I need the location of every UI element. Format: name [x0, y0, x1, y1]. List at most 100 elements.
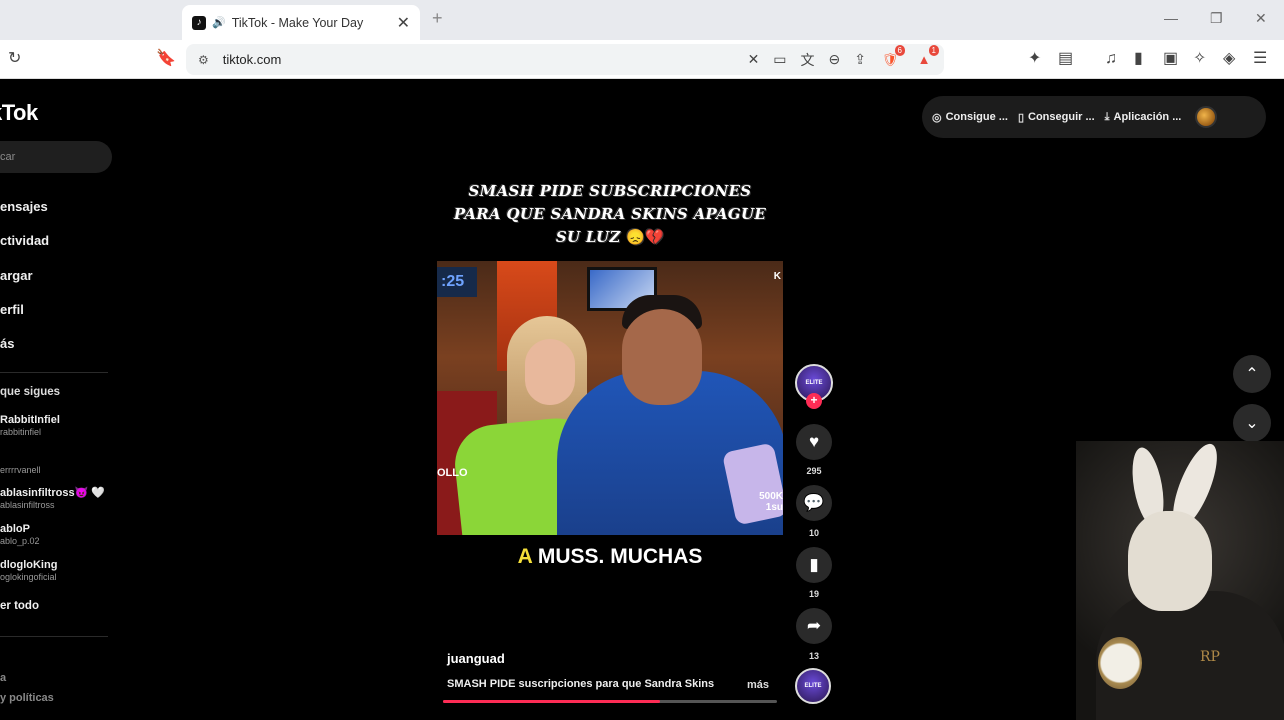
cast-icon[interactable]: ▭ [773, 51, 786, 68]
like-button[interactable]: ♥ [796, 424, 832, 460]
browser-toolbar: ↻ 🔖 ⚙ tiktok.com ✕ ▭ 文 ⊖ ⇪ 🛡 6 ▲ 1 ✦ ▤ ♫ ▮… [0, 40, 1284, 79]
video-frame: :25 OLLO K 500K 1su [437, 261, 783, 535]
save-button[interactable]: ▮ [796, 547, 832, 583]
search-input[interactable]: car [0, 141, 112, 173]
see-all-link[interactable]: er todo [0, 600, 39, 612]
wallet-icon[interactable]: ▣ [1163, 48, 1178, 70]
nav-more[interactable]: ás [0, 336, 14, 351]
browser-tab[interactable]: ♪ 🔊 TikTok - Make Your Day ✕ [182, 5, 420, 40]
video-description: SMASH PIDE suscripciones para que Sandra… [447, 678, 715, 690]
music-icon[interactable]: ♫ [1105, 48, 1117, 70]
video-subtitle: A MUSS. MUCHAS [517, 545, 703, 568]
video-progress-bar[interactable] [443, 700, 777, 703]
account-name: ablasinfiltross😈 🤍 [0, 487, 106, 499]
comment-count: 10 [808, 528, 819, 538]
site-settings-icon[interactable]: ⚙ [198, 53, 209, 67]
nav-activity[interactable]: ctividad [0, 233, 49, 248]
desktop-app-button[interactable]: ⤓ Aplicación ... [1105, 111, 1182, 124]
account-name: abloP [0, 523, 30, 535]
url-text[interactable]: tiktok.com [223, 52, 282, 67]
video-caption-overlay: SMASH PIDE SUBSCRIPCIONES PARA QUE SANDR… [453, 182, 767, 246]
more-link[interactable]: más [747, 679, 769, 691]
following-header: que sigues [0, 386, 61, 398]
monogram: RP [1200, 649, 1220, 665]
pocket-watch [1098, 637, 1142, 689]
progress-fill [443, 700, 661, 703]
nav-upload[interactable]: argar [0, 268, 33, 283]
video-player[interactable]: SMASH PIDE SUBSCRIPCIONES PARA QUE SANDR… [437, 170, 783, 710]
account-handle: ablo_p.02 [0, 536, 40, 546]
previous-video-button[interactable]: ⌃ [1233, 355, 1271, 393]
reader-icon[interactable]: ▤ [1058, 48, 1073, 70]
brave-shield-icon[interactable]: 🛡 6 [880, 44, 905, 70]
share-count: 13 [808, 651, 819, 661]
video-author[interactable]: juanguad [447, 651, 505, 666]
scene-overlay-text: 500K 1su [759, 491, 783, 513]
menu-icon[interactable]: ☰ [1253, 48, 1267, 70]
sidebar-divider [0, 372, 108, 373]
share-button[interactable]: ➦ [796, 608, 832, 644]
leo-ai-icon[interactable]: ✧ [1193, 48, 1206, 70]
tiktok-sidebar: kTok car ensajes ctividad argar erfil ás… [0, 80, 126, 720]
account-handle: ablasinfiltross [0, 500, 55, 510]
comment-icon: 💬 [803, 493, 825, 512]
no-media-icon[interactable]: ✕ [748, 51, 760, 68]
account-name: dlogloKing [0, 559, 58, 571]
bookmark-icon[interactable]: 🔖 [156, 48, 176, 70]
follow-plus-button[interactable]: + [806, 393, 822, 409]
get-coins-button[interactable]: ◎ Consigue ... [932, 111, 1008, 124]
chevron-up-icon: ⌃ [1245, 366, 1259, 383]
new-tab-button[interactable]: + [432, 8, 443, 29]
account-handle[interactable]: errrrvanell [0, 465, 41, 475]
sidebar-divider [0, 636, 108, 637]
tab-close-icon[interactable]: ✕ [397, 13, 410, 33]
minimize-icon[interactable]: — [1164, 10, 1178, 26]
translate-icon[interactable]: 文 [801, 50, 815, 70]
nav-profile[interactable]: erfil [0, 302, 24, 317]
account-handle: oglokingoficial [0, 572, 57, 582]
followed-account[interactable]: ablasinfiltross😈 🤍 ablasinfiltross [0, 486, 105, 510]
like-count: 295 [806, 466, 822, 476]
nav-messages[interactable]: ensajes [0, 199, 48, 214]
extensions-icon[interactable]: ✦ [1028, 48, 1041, 70]
scene-overlay-text: OLLO [437, 467, 468, 479]
coin-icon: ◎ [932, 111, 942, 124]
address-bar[interactable]: ⚙ tiktok.com ✕ ▭ 文 ⊖ ⇪ 🛡 6 ▲ 1 [186, 44, 944, 75]
account-name: RabbitInfiel [0, 414, 60, 426]
speaker-icon[interactable]: 🔊 [212, 16, 226, 29]
user-avatar[interactable] [1195, 106, 1218, 128]
comment-button[interactable]: 💬 [796, 485, 832, 521]
scene-overlay-text: K [773, 271, 781, 282]
account-handle: rabbitinfiel [0, 427, 42, 437]
vpn-icon[interactable]: ◈ [1223, 48, 1235, 70]
phone-icon: ▯ [1017, 111, 1025, 124]
close-window-icon[interactable]: ✕ [1255, 10, 1267, 27]
sidebar-icon[interactable]: ▮ [1134, 48, 1143, 70]
save-count: 19 [808, 589, 819, 599]
followed-account[interactable]: abloP ablo_p.02 [0, 523, 40, 546]
download-icon: ⤓ [1104, 110, 1110, 123]
bookmark-icon: ▮ [809, 555, 819, 574]
get-app-button[interactable]: ▯ Conseguir ... [1018, 111, 1095, 124]
share-icon[interactable]: ⇪ [854, 51, 866, 68]
followed-account[interactable]: RabbitInfiel rabbitinfiel [0, 414, 60, 437]
share-arrow-icon: ➦ [806, 616, 822, 635]
rewards-triangle-icon[interactable]: ▲ 1 [914, 44, 939, 70]
reload-icon[interactable]: ↻ [8, 48, 21, 70]
stream-timer: :25 [437, 267, 477, 297]
followed-account[interactable]: dlogloKing oglokingoficial [0, 559, 57, 582]
tiktok-favicon-icon: ♪ [192, 15, 206, 30]
browser-tab-bar: ♪ 🔊 TikTok - Make Your Day ✕ + — ❐ ✕ [0, 0, 1284, 40]
footer-link[interactable]: a [0, 672, 6, 684]
footer-link[interactable]: y políticas [0, 692, 54, 704]
sound-disc[interactable]: ELITE [795, 668, 831, 704]
next-video-button[interactable]: ⌄ [1233, 404, 1271, 442]
chevron-down-icon: ⌄ [1245, 415, 1259, 432]
zoom-out-icon[interactable]: ⊖ [829, 51, 841, 68]
tiktok-logo[interactable]: kTok [0, 100, 38, 126]
tab-title: TikTok - Make Your Day [231, 15, 364, 30]
heart-icon: ♥ [808, 432, 820, 451]
webcam-overlay: RP [1076, 441, 1284, 720]
top-actions-bar: ◎ Consigue ... ▯ Conseguir ... ⤓ Aplicac… [922, 96, 1266, 138]
restore-icon[interactable]: ❐ [1210, 10, 1223, 27]
